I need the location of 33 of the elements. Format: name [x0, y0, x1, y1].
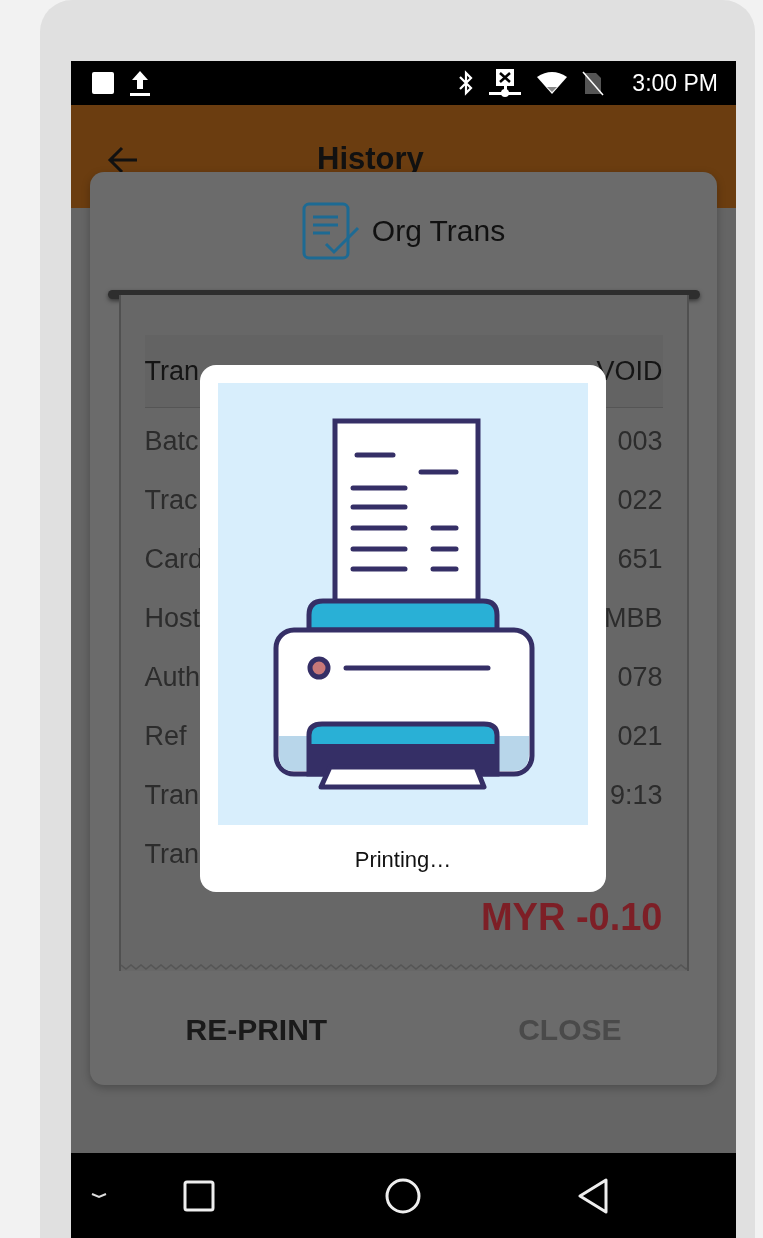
field-label: Ref: [144, 721, 187, 752]
network-error-icon: [488, 68, 523, 98]
field-label: Batc: [144, 426, 199, 457]
field-value: 651: [617, 544, 663, 575]
bluetooth-icon: [458, 70, 475, 96]
field-label: Trac: [144, 485, 198, 516]
checklist-icon: [301, 202, 360, 260]
home-icon[interactable]: [385, 1177, 421, 1214]
printing-message: Printing…: [354, 847, 452, 873]
no-sim-icon: [582, 70, 605, 96]
field-label: Tran: [144, 839, 199, 870]
field-label: Auth: [144, 662, 201, 693]
field-value: 078: [617, 662, 663, 693]
square-icon: [91, 71, 115, 95]
field-label: Tran: [144, 780, 199, 811]
app-bar-title: History: [317, 141, 424, 177]
field-value: 9:13: [609, 780, 663, 811]
chevron-down-icon: [89, 1190, 109, 1201]
upload-icon: [129, 69, 151, 97]
field-label: Tran: [144, 355, 199, 387]
field-value: MBB: [604, 603, 663, 634]
status-time: 3:00 PM: [631, 69, 718, 97]
field-value: 021: [617, 721, 663, 752]
recents-icon[interactable]: [183, 1179, 215, 1212]
field-label: Host: [144, 603, 201, 634]
amount-text: MYR -0.10: [480, 896, 663, 939]
field-value: 022: [617, 485, 663, 516]
back-icon[interactable]: [577, 1177, 609, 1214]
reprint-button[interactable]: RE-PRINT: [171, 1005, 342, 1055]
wifi-icon: [536, 71, 569, 95]
field-value: 003: [617, 426, 663, 457]
dialog-title: Org Trans: [371, 214, 506, 248]
back-arrow-icon: [107, 145, 139, 175]
